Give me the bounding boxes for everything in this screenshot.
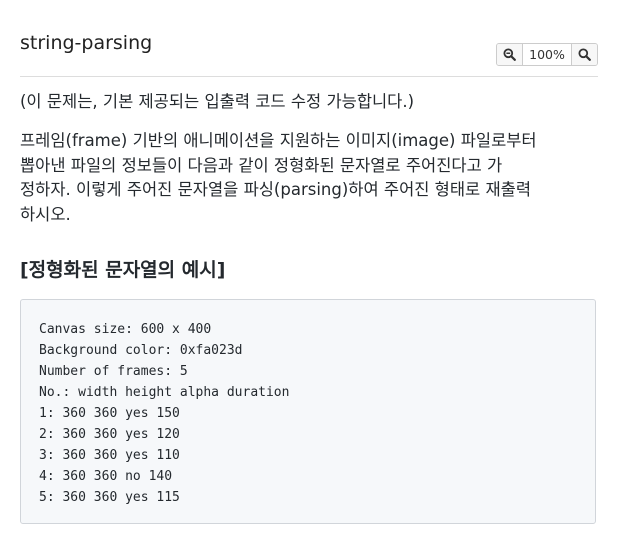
code-line: Background color: 0xfa023d [39, 343, 243, 358]
zoom-in-button[interactable] [572, 44, 597, 65]
code-line: Canvas size: 600 x 400 [39, 322, 212, 337]
zoom-out-icon [503, 48, 516, 61]
description-line: 하시오. [20, 204, 71, 224]
page-header: string-parsing 100% [20, 0, 598, 77]
zoom-out-button[interactable] [497, 44, 522, 65]
example-code-block: Canvas size: 600 x 400 Background color:… [20, 299, 596, 524]
code-line: 3: 360 360 yes 110 [39, 448, 180, 463]
example-heading: [정형화된 문자열의 예시] [20, 259, 226, 281]
code-line: 4: 360 360 no 140 [39, 469, 173, 484]
code-line: 5: 360 360 yes 115 [39, 490, 180, 505]
code-line: 1: 360 360 yes 150 [39, 406, 180, 421]
code-line: No.: width height alpha duration [39, 385, 290, 400]
page-title: string-parsing [20, 32, 153, 54]
code-line: 2: 360 360 yes 120 [39, 427, 180, 442]
description-line: 뽑아낸 파일의 정보들이 다음과 같이 정형화된 문자열로 주어진다고 가 [20, 155, 503, 175]
zoom-level: 100% [522, 44, 572, 65]
zoom-controls: 100% [496, 43, 598, 66]
io-notice: (이 문제는, 기본 제공되는 입출력 코드 수정 가능합니다.) [20, 92, 415, 111]
zoom-in-icon [578, 48, 591, 61]
problem-content: (이 문제는, 기본 제공되는 입출력 코드 수정 가능합니다.) 프레임(fr… [20, 89, 600, 227]
description-line: 정하자. 이렇게 주어진 문자열을 파싱(parsing)하여 주어진 형태로 … [20, 180, 531, 199]
code-line: Number of frames: 5 [39, 364, 188, 379]
description-line: 프레임(frame) 기반의 애니메이션을 지원하는 이미지(image) 파일… [20, 131, 537, 150]
problem-description: 프레임(frame) 기반의 애니메이션을 지원하는 이미지(image) 파일… [20, 129, 600, 227]
